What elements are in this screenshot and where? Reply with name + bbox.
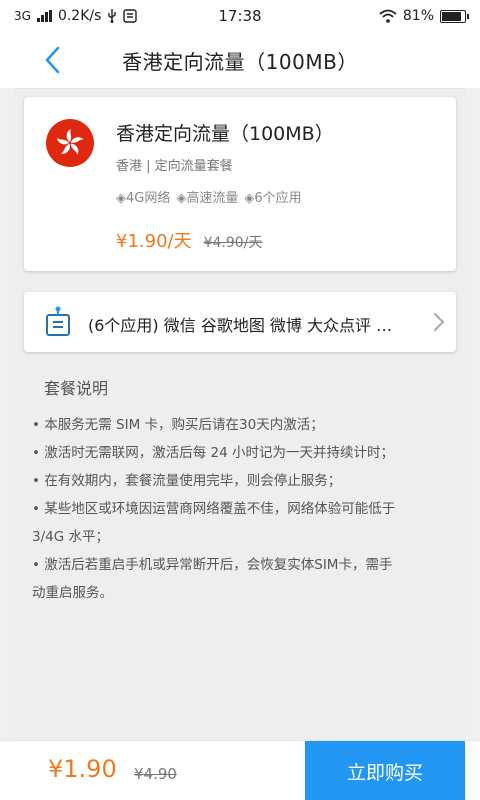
description-item: • 激活时无需联网，激活后每 24 小时记为一天并持续计时； (32, 445, 395, 461)
status-time: 17:38 (218, 7, 262, 25)
product-card: 香港定向流量（100MB） 香港 | 定向流量套餐 ◈4G网络 ◈高速流量 ◈6… (24, 97, 456, 271)
feature-item: ◈4G网络 (116, 191, 171, 206)
description-list: • 本服务无需 SIM 卡，购买后请在30天内激活； • 激活时无需联网，激活后… (32, 411, 452, 607)
apps-list-icon (46, 306, 70, 336)
description-item: • 在有效期内，套餐流量使用完毕，则会停止服务； (32, 473, 342, 489)
chevron-right-icon (434, 313, 445, 331)
back-button[interactable] (36, 44, 68, 76)
product-title: 香港定向流量（100MB） (116, 123, 334, 145)
page-title: 香港定向流量（100MB） (122, 49, 358, 74)
hong-kong-flag-icon (46, 119, 94, 167)
battery-icon (440, 9, 469, 23)
description-title: 套餐说明 (44, 379, 109, 398)
product-subtitle: 香港 | 定向流量套餐 (116, 159, 233, 174)
buy-now-button[interactable]: 立即购买 (305, 741, 465, 800)
supported-apps-row[interactable]: (6个应用) 微信 谷歌地图 微博 大众点评 … (24, 292, 456, 352)
description-item: • 本服务无需 SIM 卡，购买后请在30天内激活； (32, 417, 324, 433)
package-description: 套餐说明 • 本服务无需 SIM 卡，购买后请在30天内激活； • 激活时无需联… (32, 375, 452, 607)
daily-price: ¥1.90/天 (116, 231, 192, 252)
original-daily-price: ¥4.90/天 (203, 235, 263, 251)
chevron-left-icon (45, 46, 60, 74)
description-item: 动重启服务。 (32, 585, 113, 601)
price-row: ¥1.90/天 ¥4.90/天 (116, 227, 262, 253)
status-bar: 3G 0.2K/s 17:38 81% (0, 0, 480, 32)
total-price: ¥1.90 (48, 755, 117, 783)
description-item: • 激活后若重启手机或异常断开后，会恢复实体SIM卡，需手 (32, 557, 393, 573)
original-price: ¥4.90 (134, 765, 177, 783)
bottom-bar: ¥1.90 ¥4.90 立即购买 (0, 740, 480, 800)
description-item: • 某些地区或环境因运营商网络覆盖不佳，网络体验可能低于 (32, 501, 396, 517)
feature-item: ◈高速流量 (176, 191, 239, 206)
content-area: 香港定向流量（100MB） 香港 | 定向流量套餐 ◈4G网络 ◈高速流量 ◈6… (14, 88, 466, 740)
feature-list: ◈4G网络 ◈高速流量 ◈6个应用 (116, 187, 302, 206)
supported-apps-label: (6个应用) 微信 谷歌地图 微博 大众点评 … (88, 316, 393, 335)
nav-bar: 香港定向流量（100MB） (0, 32, 480, 88)
feature-item: ◈6个应用 (244, 191, 302, 206)
description-item: 3/4G 水平； (32, 529, 109, 545)
